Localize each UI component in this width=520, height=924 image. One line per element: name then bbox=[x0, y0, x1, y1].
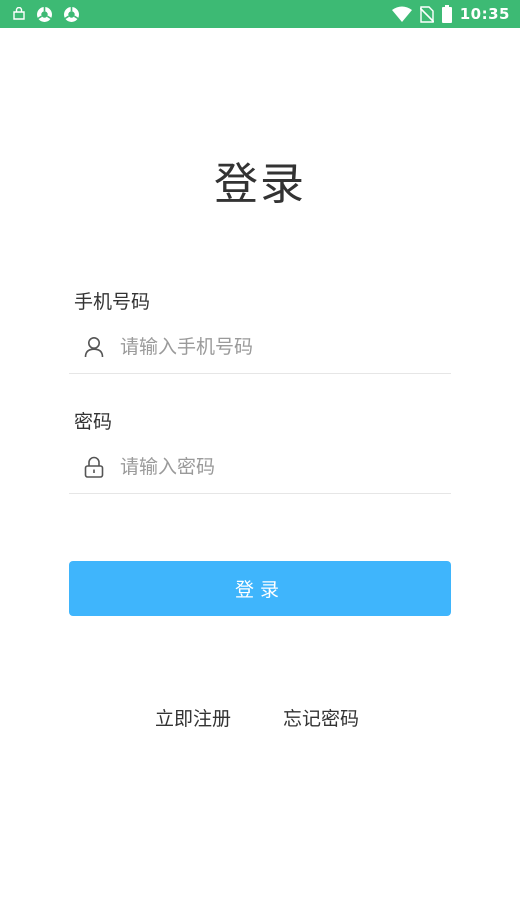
user-icon bbox=[82, 335, 106, 359]
page-title: 登录 bbox=[214, 159, 306, 210]
chrome-icon bbox=[36, 6, 53, 23]
lock-icon bbox=[82, 455, 106, 479]
status-bar: 10:35 bbox=[0, 0, 520, 28]
chrome-icon bbox=[63, 6, 80, 23]
no-sim-icon bbox=[419, 5, 434, 23]
login-button[interactable]: 登录 bbox=[69, 561, 451, 616]
status-bar-right: 10:35 bbox=[384, 5, 510, 23]
password-input[interactable] bbox=[120, 455, 451, 478]
wifi-icon bbox=[391, 6, 412, 22]
status-time: 10:35 bbox=[459, 5, 510, 23]
battery-icon bbox=[441, 5, 452, 23]
password-label: 密码 bbox=[74, 411, 113, 433]
bag-icon bbox=[12, 7, 26, 21]
phone-field[interactable] bbox=[69, 320, 451, 374]
register-link[interactable]: 立即注册 bbox=[155, 704, 231, 731]
password-field[interactable] bbox=[69, 440, 451, 494]
phone-label: 手机号码 bbox=[74, 291, 151, 313]
phone-input[interactable] bbox=[120, 335, 451, 358]
status-bar-left bbox=[12, 6, 90, 23]
forgot-password-link[interactable]: 忘记密码 bbox=[283, 704, 359, 731]
